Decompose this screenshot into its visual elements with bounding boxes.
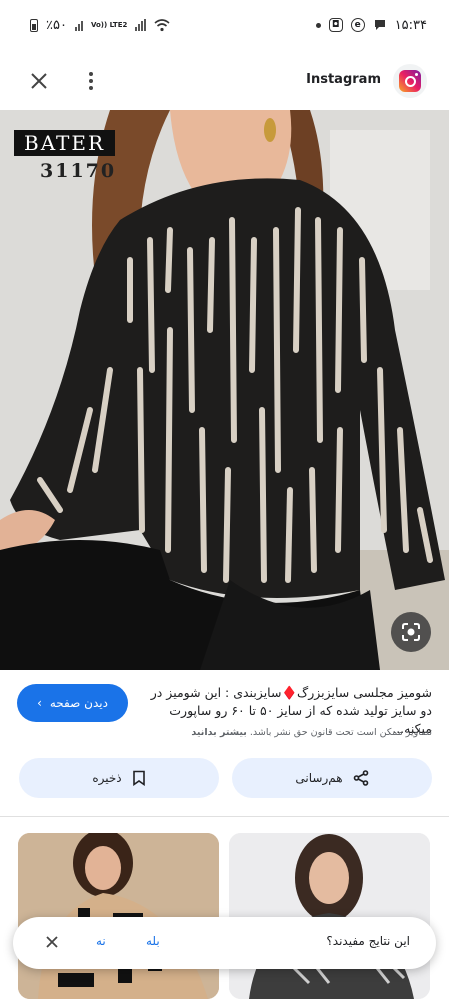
battery-level: ٪۵۰ <box>46 17 67 33</box>
feedback-close-button[interactable] <box>41 931 63 953</box>
action-buttons: هم‌رسانی ذخیره <box>0 758 449 800</box>
feedback-bar: این نتایج مفیدند؟ بله نه <box>13 917 436 969</box>
source-name[interactable]: Instagram <box>306 72 381 87</box>
app-e-icon: e <box>350 18 365 32</box>
lens-icon <box>402 623 420 641</box>
visit-page-label: دیدن صفحه <box>49 696 108 710</box>
status-bar-left: ٪۵۰ Vo)) LTE2 <box>30 18 170 33</box>
brand-label: BATER <box>14 130 116 156</box>
more-vert-icon <box>89 72 93 76</box>
divider <box>0 816 449 817</box>
learn-more-link[interactable]: بیشتر بدانید <box>191 727 246 738</box>
related-photo-1 <box>18 833 219 999</box>
related-image-1[interactable] <box>18 833 219 999</box>
result-caption: ‹ دیدن صفحه شومیز مجلسی سایزبزرگ♦️سایزبن… <box>0 678 449 748</box>
product-photo <box>0 110 449 670</box>
share-label: هم‌رسانی <box>295 771 343 785</box>
clock: ۱۵:۳۴ <box>394 17 427 33</box>
close-icon <box>46 936 58 948</box>
wifi-icon <box>154 18 170 31</box>
lens-search-button[interactable] <box>391 612 431 652</box>
more-options-button[interactable] <box>80 67 102 95</box>
save-button[interactable]: ذخیره <box>19 758 219 798</box>
chevron-left-icon: ‹ <box>37 696 42 710</box>
instagram-logo[interactable] <box>393 64 427 98</box>
notification-dot-icon <box>315 22 321 28</box>
network-label: Vo)) LTE2 <box>90 20 128 29</box>
related-image-2[interactable] <box>229 833 430 999</box>
top-bar: Instagram <box>0 52 449 110</box>
app-notification-icon: ◘ <box>328 18 343 32</box>
copyright-text: تصاویر ممکن است تحت قانون حق نشر باشد. <box>249 727 432 738</box>
status-bar-right: ◘ e ۱۵:۳۴ <box>315 17 427 33</box>
share-button[interactable]: هم‌رسانی <box>232 758 432 798</box>
more-vert-dot <box>89 86 93 90</box>
related-photo-2 <box>229 833 430 999</box>
feedback-yes-button[interactable]: بله <box>146 934 160 948</box>
bookmark-icon <box>132 770 145 786</box>
status-bar: ٪۵۰ Vo)) LTE2 ◘ e ۱۵:۳۴ <box>0 0 449 50</box>
related-results <box>0 833 449 999</box>
instagram-icon <box>399 70 421 92</box>
close-button[interactable] <box>25 67 53 95</box>
battery-icon <box>30 18 38 32</box>
brand-code: 31170 <box>40 160 117 182</box>
visit-page-button[interactable]: ‹ دیدن صفحه <box>17 684 128 722</box>
more-vert-dot <box>89 79 93 83</box>
close-icon <box>31 73 47 89</box>
save-label: ذخیره <box>92 771 122 785</box>
signal-icon-2 <box>135 19 147 31</box>
share-icon <box>353 770 368 786</box>
main-image[interactable]: BATER 31170 <box>0 110 449 670</box>
signal-icon <box>74 19 83 31</box>
feedback-no-button[interactable]: نه <box>96 934 106 948</box>
copyright-notice: تصاویر ممکن است تحت قانون حق نشر باشد. ب… <box>132 727 432 738</box>
feedback-question: این نتایج مفیدند؟ <box>326 934 410 948</box>
chat-icon <box>374 20 385 30</box>
